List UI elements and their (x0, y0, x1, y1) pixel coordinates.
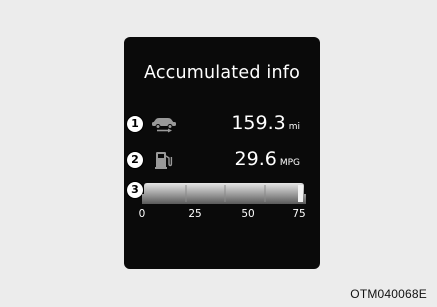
figure-code: OTM040068E (350, 287, 427, 301)
fuel-economy-number: 29.6 (234, 148, 277, 170)
scale-label-0: 0 (138, 208, 146, 220)
cluster-display: Accumulated info 1 159.3 mi 2 29.6 MPG 3… (124, 37, 320, 269)
scale-label-75: 75 (292, 208, 306, 220)
fuel-bar-scale: 0 25 50 75 (124, 208, 320, 222)
distance-number: 159.3 (231, 112, 286, 134)
fuel-economy-value: 29.6 MPG (235, 148, 300, 170)
distance-unit: mi (288, 122, 300, 132)
fuel-economy-unit: MPG (279, 158, 300, 168)
fuel-economy-bar (142, 183, 306, 204)
callout-2: 2 (127, 152, 143, 168)
distance-row: 1 159.3 mi (124, 112, 320, 136)
distance-value: 159.3 mi (231, 112, 300, 134)
fuel-pump-icon (150, 150, 178, 170)
callout-1: 1 (127, 116, 143, 132)
fuel-economy-bar-section: 3 0 25 50 75 (124, 180, 320, 240)
screen-title: Accumulated info (143, 63, 301, 83)
scale-label-50: 50 (241, 208, 255, 220)
fuel-economy-row: 2 29.6 MPG (124, 148, 320, 172)
car-distance-icon (150, 114, 178, 134)
scale-label-25: 25 (188, 208, 202, 220)
